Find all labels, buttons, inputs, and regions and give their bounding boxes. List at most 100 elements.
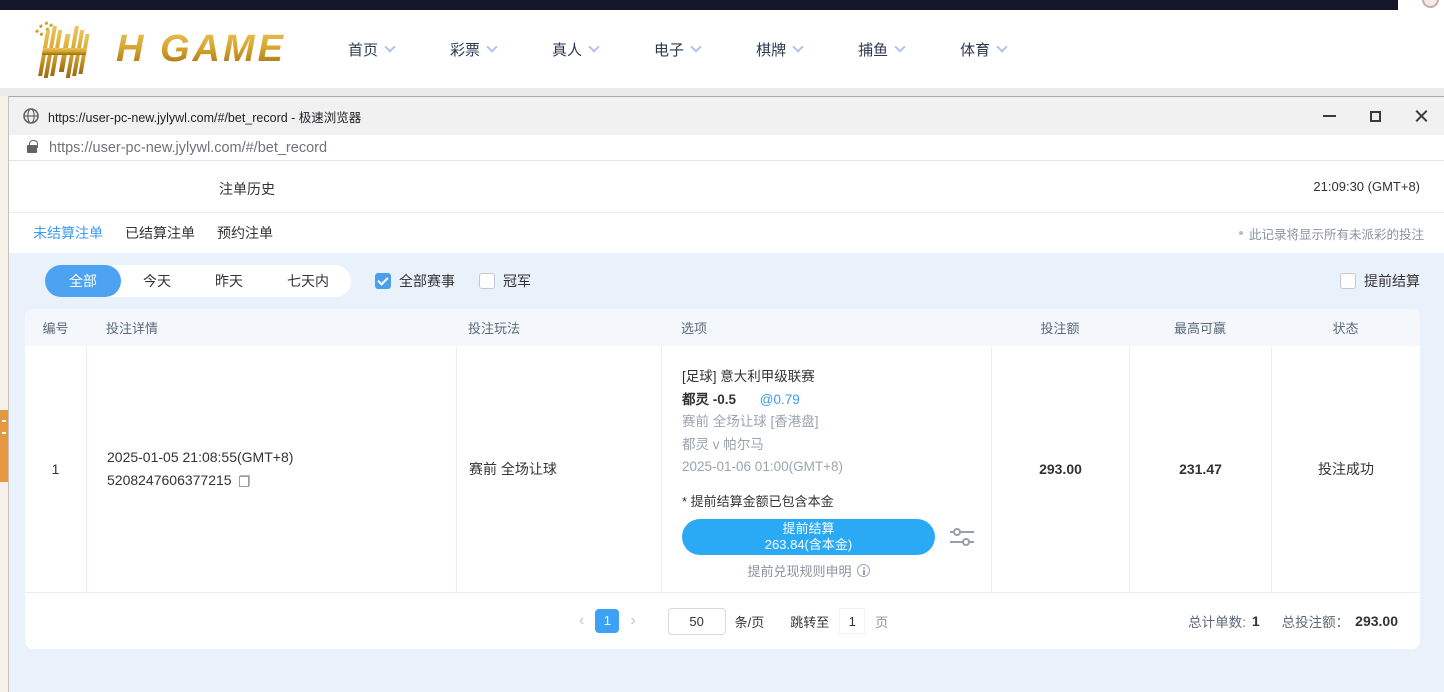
logo-icon: [20, 20, 112, 78]
per-page-label: 条/页: [735, 612, 765, 631]
cashout-button[interactable]: 提前结算 263.84(含本金): [682, 519, 935, 555]
nav-item-lottery[interactable]: 彩票: [450, 39, 496, 60]
champion-checkbox-group[interactable]: 冠军: [479, 271, 531, 291]
match-name: 都灵 v 帕尔马: [682, 434, 991, 457]
chevron-down-icon: [690, 41, 701, 52]
col-header-stake: 投注额: [991, 318, 1129, 337]
bet-table-card: 编号 投注详情 投注玩法 选项 投注额 最高可赢 状态 1 2025-01-05…: [25, 309, 1420, 649]
window-title: https://user-pc-new.jylywl.com/#/bet_rec…: [48, 107, 1306, 126]
maxwin-value: 231.47: [1130, 461, 1271, 477]
globe-icon: [23, 108, 39, 124]
left-page-strip: [0, 96, 8, 692]
league-name: [足球] 意大利甲级联赛: [682, 366, 991, 389]
cashout-button-title: 提前结算: [782, 521, 834, 536]
current-time: 21:09:30 (GMT+8): [1313, 179, 1420, 194]
total-count-value: 1: [1252, 613, 1260, 629]
nav-item-board[interactable]: 棋牌: [756, 39, 802, 60]
pagination-row: ‹ 1 › 条/页 跳转至 页 总计单数: 1 总投注额：: [25, 593, 1420, 649]
stake-cell: 293.00: [991, 346, 1129, 592]
nav-item-slots[interactable]: 电子: [654, 39, 700, 60]
maxwin-cell: 231.47: [1129, 346, 1271, 592]
tab-settled[interactable]: 已结算注单: [125, 223, 195, 243]
next-page-button[interactable]: ›: [624, 612, 641, 630]
early-settle-label: 提前结算: [1364, 271, 1420, 291]
status-cell: 投注成功: [1271, 346, 1420, 592]
prev-page-button[interactable]: ‹: [573, 612, 590, 630]
maximize-icon: [1370, 111, 1381, 122]
date-filter-all[interactable]: 全部: [45, 265, 121, 297]
window-gap-band: [0, 88, 1444, 96]
top-strip-corner: [1398, 0, 1444, 10]
nav-label: 真人: [552, 39, 582, 60]
unsettled-note: 此记录将显示所有未派彩的投注: [1239, 224, 1424, 243]
page-unit-label: 页: [875, 612, 888, 631]
sliders-icon[interactable]: [949, 526, 975, 548]
stake-value: 293.00: [992, 461, 1129, 477]
browser-window: https://user-pc-new.jylywl.com/#/bet_rec…: [8, 96, 1444, 692]
tabs-row: 未结算注单 已结算注单 预约注单 此记录将显示所有未派彩的投注: [9, 213, 1444, 253]
all-events-checkbox[interactable]: [375, 273, 391, 289]
early-settle-checkbox-group[interactable]: 提前结算: [1340, 271, 1420, 291]
date-filter-yesterday[interactable]: 昨天: [193, 265, 265, 297]
nav-label: 首页: [348, 39, 378, 60]
browser-addressbar[interactable]: https://user-pc-new.jylywl.com/#/bet_rec…: [9, 135, 1444, 161]
page-number-button[interactable]: 1: [595, 609, 619, 633]
table-header: 编号 投注详情 投注玩法 选项 投注额 最高可赢 状态: [25, 309, 1420, 346]
play-type-cell: 赛前 全场让球: [456, 346, 661, 592]
maximize-button[interactable]: [1352, 97, 1398, 135]
chevron-down-icon: [588, 41, 599, 52]
total-stake-label: 总投注额：: [1282, 611, 1350, 631]
col-header-maxwin: 最高可赢: [1129, 318, 1271, 337]
nav-item-fishing[interactable]: 捕鱼: [858, 39, 904, 60]
date-filter-today[interactable]: 今天: [121, 265, 193, 297]
nav-label: 电子: [654, 39, 684, 60]
window-controls: [1306, 97, 1444, 135]
minimize-icon: [1323, 115, 1336, 117]
all-events-checkbox-group[interactable]: 全部赛事: [375, 271, 455, 291]
cashout-rule-link[interactable]: 提前兑现规则申明: [682, 561, 935, 580]
nav-item-sports[interactable]: 体育: [960, 39, 1006, 60]
selection-cell: [足球] 意大利甲级联赛 都灵 -0.5 @0.79 赛前 全场让球 [香港盘]…: [661, 346, 991, 592]
main-nav: 首页 彩票 真人 电子 棋牌 捕鱼 体育: [348, 39, 1062, 60]
table-row: 1 2025-01-05 21:08:55(GMT+8) 52082476063…: [25, 346, 1420, 593]
jump-to-label: 跳转至: [790, 612, 829, 631]
close-button[interactable]: [1398, 97, 1444, 135]
floating-widget-fragment[interactable]: [0, 410, 8, 482]
corner-ring-icon: [1422, 0, 1439, 8]
url-text[interactable]: https://user-pc-new.jylywl.com/#/bet_rec…: [49, 140, 327, 156]
chevron-down-icon: [792, 41, 803, 52]
col-header-status: 状态: [1271, 318, 1420, 337]
jump-page-input[interactable]: [839, 608, 865, 634]
bet-detail-cell: 2025-01-05 21:08:55(GMT+8) 5208247606377…: [86, 346, 456, 592]
champion-checkbox[interactable]: [479, 273, 495, 289]
total-stake-value: 293.00: [1355, 613, 1398, 629]
early-settle-checkbox[interactable]: [1340, 273, 1356, 289]
nav-label: 棋牌: [756, 39, 786, 60]
browser-titlebar[interactable]: https://user-pc-new.jylywl.com/#/bet_rec…: [9, 97, 1444, 135]
date-filter-7days[interactable]: 七天内: [265, 265, 351, 297]
cashout-rule-text: 提前兑现规则申明: [747, 561, 851, 580]
total-count-label: 总计单数:: [1188, 611, 1246, 631]
nav-label: 捕鱼: [858, 39, 888, 60]
col-header-detail: 投注详情: [86, 318, 456, 337]
logo-text: H GAME: [116, 28, 286, 71]
nav-label: 彩票: [450, 39, 480, 60]
nav-item-home[interactable]: 首页: [348, 39, 394, 60]
site-logo[interactable]: H GAME: [20, 20, 286, 78]
page-size-input[interactable]: [668, 608, 726, 635]
cashout-button-amount: 263.84(含本金): [765, 537, 852, 552]
tab-reserved[interactable]: 预约注单: [217, 223, 273, 243]
minimize-button[interactable]: [1306, 97, 1352, 135]
tab-unsettled[interactable]: 未结算注单: [33, 223, 103, 243]
status-value: 投注成功: [1272, 459, 1420, 479]
match-time: 2025-01-06 01:00(GMT+8): [682, 456, 991, 479]
copy-icon[interactable]: [239, 475, 250, 487]
close-icon: [1415, 110, 1428, 123]
info-icon[interactable]: [857, 564, 870, 577]
col-header-no: 编号: [25, 318, 86, 337]
page-title: 注单历史: [219, 179, 275, 199]
nav-item-live[interactable]: 真人: [552, 39, 598, 60]
champion-label: 冠军: [503, 271, 531, 291]
col-header-play: 投注玩法: [456, 318, 661, 337]
row-number: 1: [25, 346, 86, 592]
